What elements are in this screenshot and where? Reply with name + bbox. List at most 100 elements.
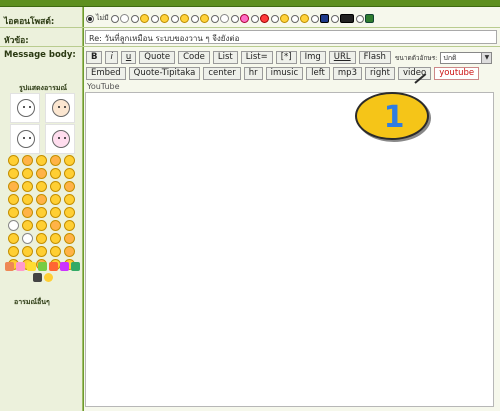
cartoon-emoticon-2[interactable] [45, 93, 75, 123]
smile-icon[interactable] [50, 168, 61, 179]
eye-dot [58, 137, 60, 139]
smile-icon[interactable] [64, 246, 75, 257]
smile-icon[interactable] [50, 181, 61, 192]
post-icon-option[interactable] [230, 14, 249, 23]
post-icon-option-none[interactable]: ไม่มี [86, 13, 109, 24]
post-icon-option[interactable] [330, 14, 354, 23]
youtube-button[interactable]: youtube [434, 67, 480, 80]
img-button[interactable]: Img [299, 51, 326, 64]
cartoon-emoticon-1[interactable] [10, 93, 40, 123]
smile-icon[interactable] [8, 207, 19, 218]
post-icon-option[interactable] [310, 14, 329, 23]
smile-icon[interactable] [8, 181, 19, 192]
cartoon-emoticon-3[interactable] [10, 124, 40, 154]
embed-button[interactable]: Embed [86, 67, 126, 80]
radio-icon [250, 14, 259, 23]
flower-icon[interactable] [60, 262, 69, 271]
font-size-selected: ปกติ [443, 53, 457, 62]
smile-icon[interactable] [22, 220, 33, 231]
leaf-icon[interactable] [71, 262, 80, 271]
imusic-button[interactable]: imusic [265, 67, 304, 80]
smile-icon[interactable] [64, 181, 75, 192]
smile-icon[interactable] [8, 194, 19, 205]
smile-icon[interactable] [36, 181, 47, 192]
bug-icon[interactable] [32, 273, 42, 282]
smile-icon[interactable] [64, 168, 75, 179]
smile-icon[interactable] [36, 155, 47, 166]
post-icon-option[interactable] [190, 14, 209, 23]
hr-button[interactable]: hr [243, 67, 263, 80]
post-icon-option[interactable] [250, 14, 269, 23]
step-number: 1 [383, 100, 405, 135]
font-size-select[interactable]: ปกติ ▼ [440, 51, 493, 64]
smile-icon[interactable] [36, 246, 47, 257]
post-icon-option[interactable] [130, 14, 149, 23]
smile-icon[interactable] [36, 194, 47, 205]
bbcode-toolbar-row1: B i u Quote Code List List= [*] Img URL … [86, 51, 493, 64]
cartoon-emoticon-4[interactable] [45, 124, 75, 154]
video-button[interactable]: video [397, 67, 432, 80]
italic-button[interactable]: i [105, 51, 118, 64]
smile-icon[interactable] [8, 155, 19, 166]
smile-icon[interactable] [22, 181, 33, 192]
list-ordered-button[interactable]: List= [240, 51, 273, 64]
flower-pink-icon [239, 14, 249, 23]
smile-icon[interactable] [50, 194, 61, 205]
mp3-button[interactable]: mp3 [332, 67, 362, 80]
leaf-icon[interactable] [38, 262, 47, 271]
smile-icon[interactable] [8, 220, 19, 231]
smile-icon[interactable] [22, 233, 33, 244]
flash-button[interactable]: Flash [358, 51, 391, 64]
smile-icon[interactable] [64, 220, 75, 231]
quote-button[interactable]: Quote [139, 51, 176, 64]
url-button[interactable]: URL [328, 51, 356, 64]
smile-icon[interactable] [50, 220, 61, 231]
smile-icon[interactable] [8, 168, 19, 179]
post-icon-option[interactable] [290, 14, 309, 23]
smile-icon[interactable] [64, 155, 75, 166]
more-emoticons-link[interactable]: อารมณ์อื่นๆ [14, 297, 50, 308]
smile-icon[interactable] [64, 194, 75, 205]
smile-icon[interactable] [22, 168, 33, 179]
right-button[interactable]: right [365, 67, 395, 80]
eye-dot [58, 106, 60, 108]
post-icon-option[interactable] [110, 14, 129, 23]
post-icon-option[interactable] [210, 14, 229, 23]
smile-icon[interactable] [50, 246, 61, 257]
smile-icon[interactable] [64, 207, 75, 218]
heart-icon[interactable] [49, 262, 58, 271]
smile-icon[interactable] [8, 246, 19, 257]
smile-white-icon [119, 14, 129, 23]
underline-button[interactable]: u [120, 51, 137, 64]
message-textarea[interactable] [85, 92, 494, 407]
flower-icon[interactable] [5, 262, 14, 271]
subject-input[interactable]: Re: วันที่ลูกเหมือน ระบบของวาน ๆ จีงยังต… [85, 30, 497, 44]
bold-button[interactable]: B [86, 51, 103, 64]
smile-icon[interactable] [36, 168, 47, 179]
smile-icon[interactable] [22, 155, 33, 166]
center-button[interactable]: center [203, 67, 241, 80]
flower-icon[interactable] [16, 262, 25, 271]
smile-icon[interactable] [50, 155, 61, 166]
post-icon-option[interactable] [355, 14, 374, 23]
smile-icon[interactable] [8, 233, 19, 244]
code-button[interactable]: Code [178, 51, 210, 64]
smile-icon[interactable] [22, 194, 33, 205]
list-item-button[interactable]: [*] [275, 51, 297, 64]
list-button[interactable]: List [212, 51, 238, 64]
smile-icon[interactable] [43, 273, 53, 282]
post-icon-option[interactable] [270, 14, 289, 23]
smile-icon[interactable] [50, 233, 61, 244]
smile-icon[interactable] [36, 207, 47, 218]
smile-icon[interactable] [36, 233, 47, 244]
smile-icon[interactable] [50, 207, 61, 218]
smile-icon[interactable] [22, 207, 33, 218]
post-icon-option[interactable] [150, 14, 169, 23]
smile-icon[interactable] [36, 220, 47, 231]
star-icon[interactable] [27, 262, 36, 271]
smile-icon[interactable] [64, 233, 75, 244]
left-button[interactable]: left [306, 67, 330, 80]
quote-tipitaka-button[interactable]: Quote-Tipitaka [128, 67, 201, 80]
smile-icon[interactable] [22, 246, 33, 257]
post-icon-option[interactable] [170, 14, 189, 23]
